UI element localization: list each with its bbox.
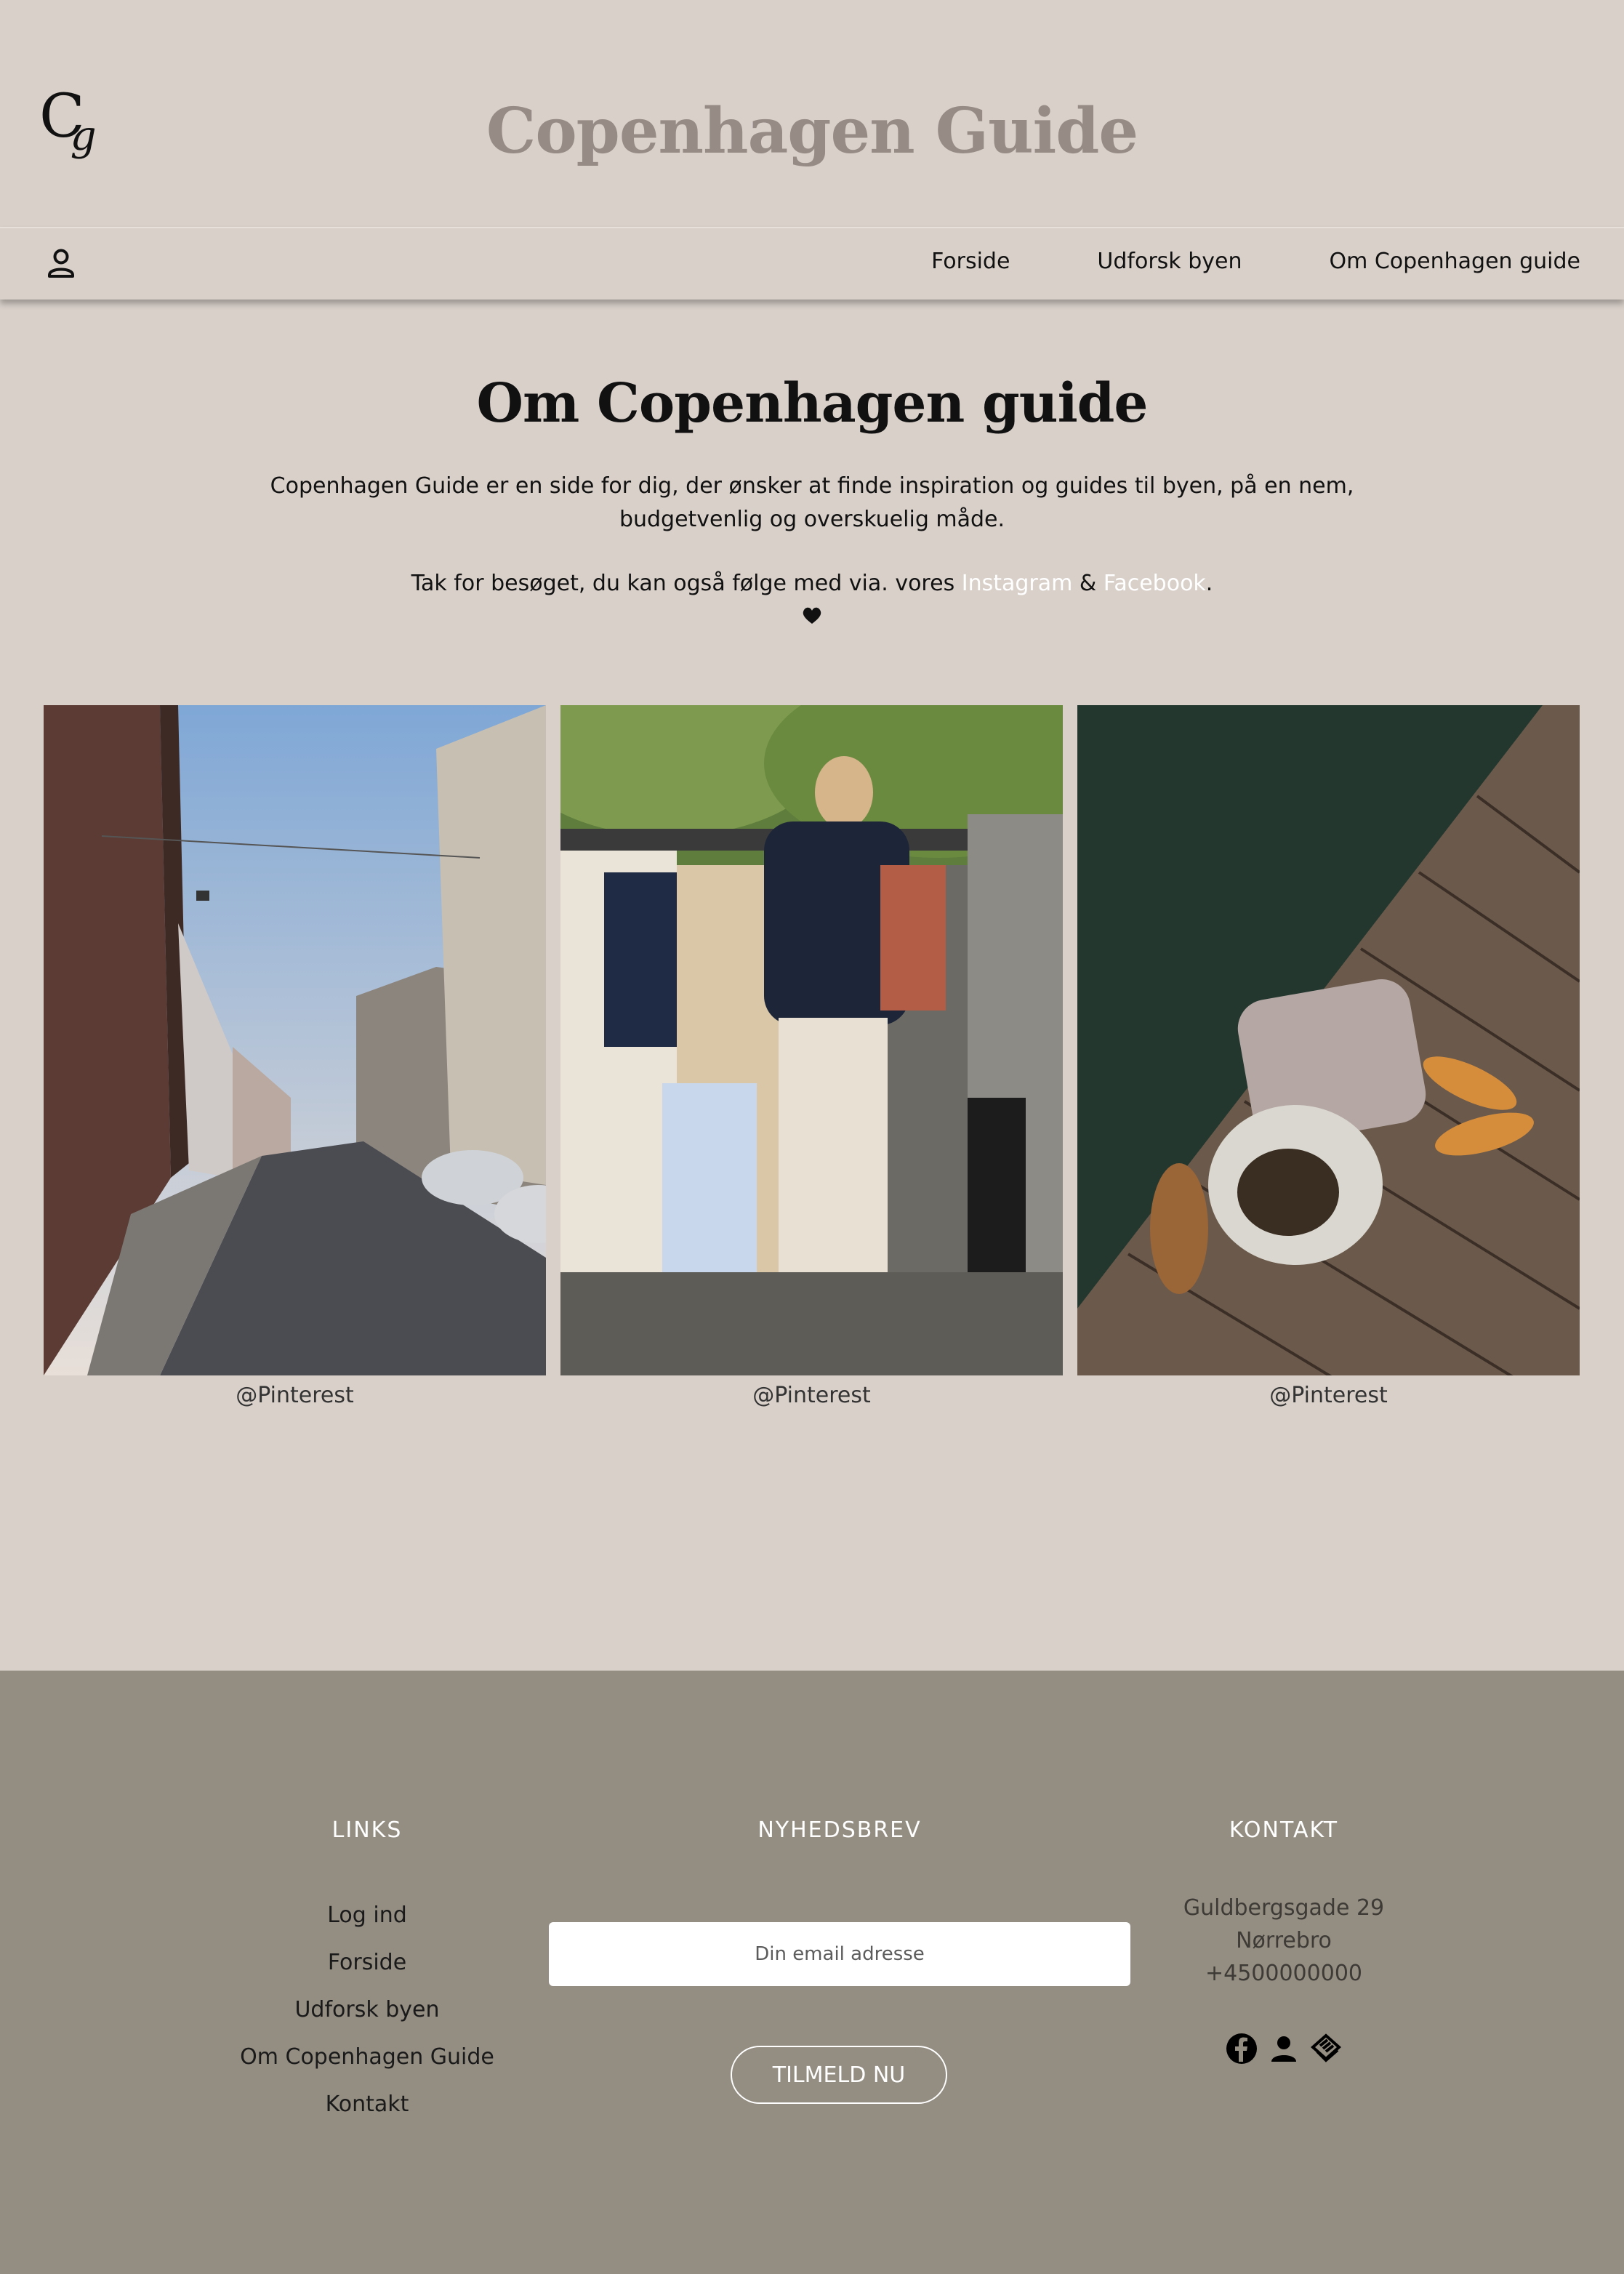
footer-links: Log ind Forside Udforsk byen Om Copenhag… <box>222 1892 512 2128</box>
layers-icon[interactable] <box>1310 2033 1342 2065</box>
contact-heading: KONTAKT <box>1229 1817 1339 1843</box>
intro-text: Copenhagen Guide er en side for dig, der… <box>270 473 1354 532</box>
newsletter-heading: NYHEDSBREV <box>757 1817 922 1843</box>
photo-caption: @Pinterest <box>1269 1383 1388 1408</box>
footer-link-udforsk-byen[interactable]: Udforsk byen <box>222 1986 512 2033</box>
gallery-item: @Pinterest <box>560 705 1063 1408</box>
contact-block: Guldbergsgade 29 Nørrebro +4500000000 <box>1138 1892 1429 1990</box>
social-links <box>1226 2033 1342 2065</box>
contact-address: Guldbergsgade 29 <box>1183 1895 1385 1921</box>
user-icon[interactable] <box>1268 2033 1300 2065</box>
gallery-item: @Pinterest <box>44 705 546 1408</box>
newsletter-email-input[interactable] <box>549 1922 1130 1986</box>
thanks-prefix: Tak for besøget, du kan også følge med v… <box>411 571 962 596</box>
instagram-link[interactable]: Instagram <box>962 571 1073 596</box>
page-title: Om Copenhagen guide <box>476 372 1148 435</box>
footer-link-forside[interactable]: Forside <box>222 1939 512 1986</box>
flea-market-photo[interactable] <box>560 705 1063 1375</box>
nav-item-om-copenhagen-guide[interactable]: Om Copenhagen guide <box>1329 249 1580 274</box>
site-title: Copenhagen Guide <box>486 95 1138 168</box>
masthead: Cg Copenhagen Guide <box>0 0 1624 227</box>
newsletter-submit-button[interactable]: TILMELD NU <box>731 2046 947 2104</box>
main-nav: Forside Udforsk byen Om Copenhagen guide <box>0 227 1624 300</box>
footer-link-om-copenhagen-guide[interactable]: Om Copenhagen Guide <box>222 2033 512 2081</box>
footer-link-log-ind[interactable]: Log ind <box>222 1892 512 1939</box>
facebook-link[interactable]: Facebook <box>1104 571 1206 596</box>
thanks-suffix: . <box>1205 571 1213 596</box>
photo-caption: @Pinterest <box>752 1383 871 1408</box>
harbour-dock-photo[interactable] <box>1077 705 1580 1375</box>
facebook-icon[interactable] <box>1226 2033 1258 2065</box>
contact-phone: +4500000000 <box>1205 1961 1362 1986</box>
thanks-text: Tak for besøget, du kan også følge med v… <box>0 567 1624 600</box>
gallery-item: @Pinterest <box>1077 705 1580 1408</box>
photo-gallery: @Pinterest @Pinterest @Pinterest <box>44 705 1580 1408</box>
amp-text: & <box>1072 571 1104 596</box>
nav-item-udforsk-byen[interactable]: Udforsk byen <box>1097 249 1242 274</box>
account-icon[interactable] <box>47 247 76 279</box>
footer-link-kontakt[interactable]: Kontakt <box>222 2081 512 2128</box>
street-photo[interactable] <box>44 705 546 1375</box>
links-heading: LINKS <box>331 1817 403 1843</box>
nav-links: Forside Udforsk byen Om Copenhagen guide <box>931 249 1580 274</box>
nav-item-forside[interactable]: Forside <box>931 249 1010 274</box>
contact-area: Nørrebro <box>1236 1928 1332 1953</box>
photo-caption: @Pinterest <box>236 1383 354 1408</box>
heart-icon <box>802 606 822 625</box>
